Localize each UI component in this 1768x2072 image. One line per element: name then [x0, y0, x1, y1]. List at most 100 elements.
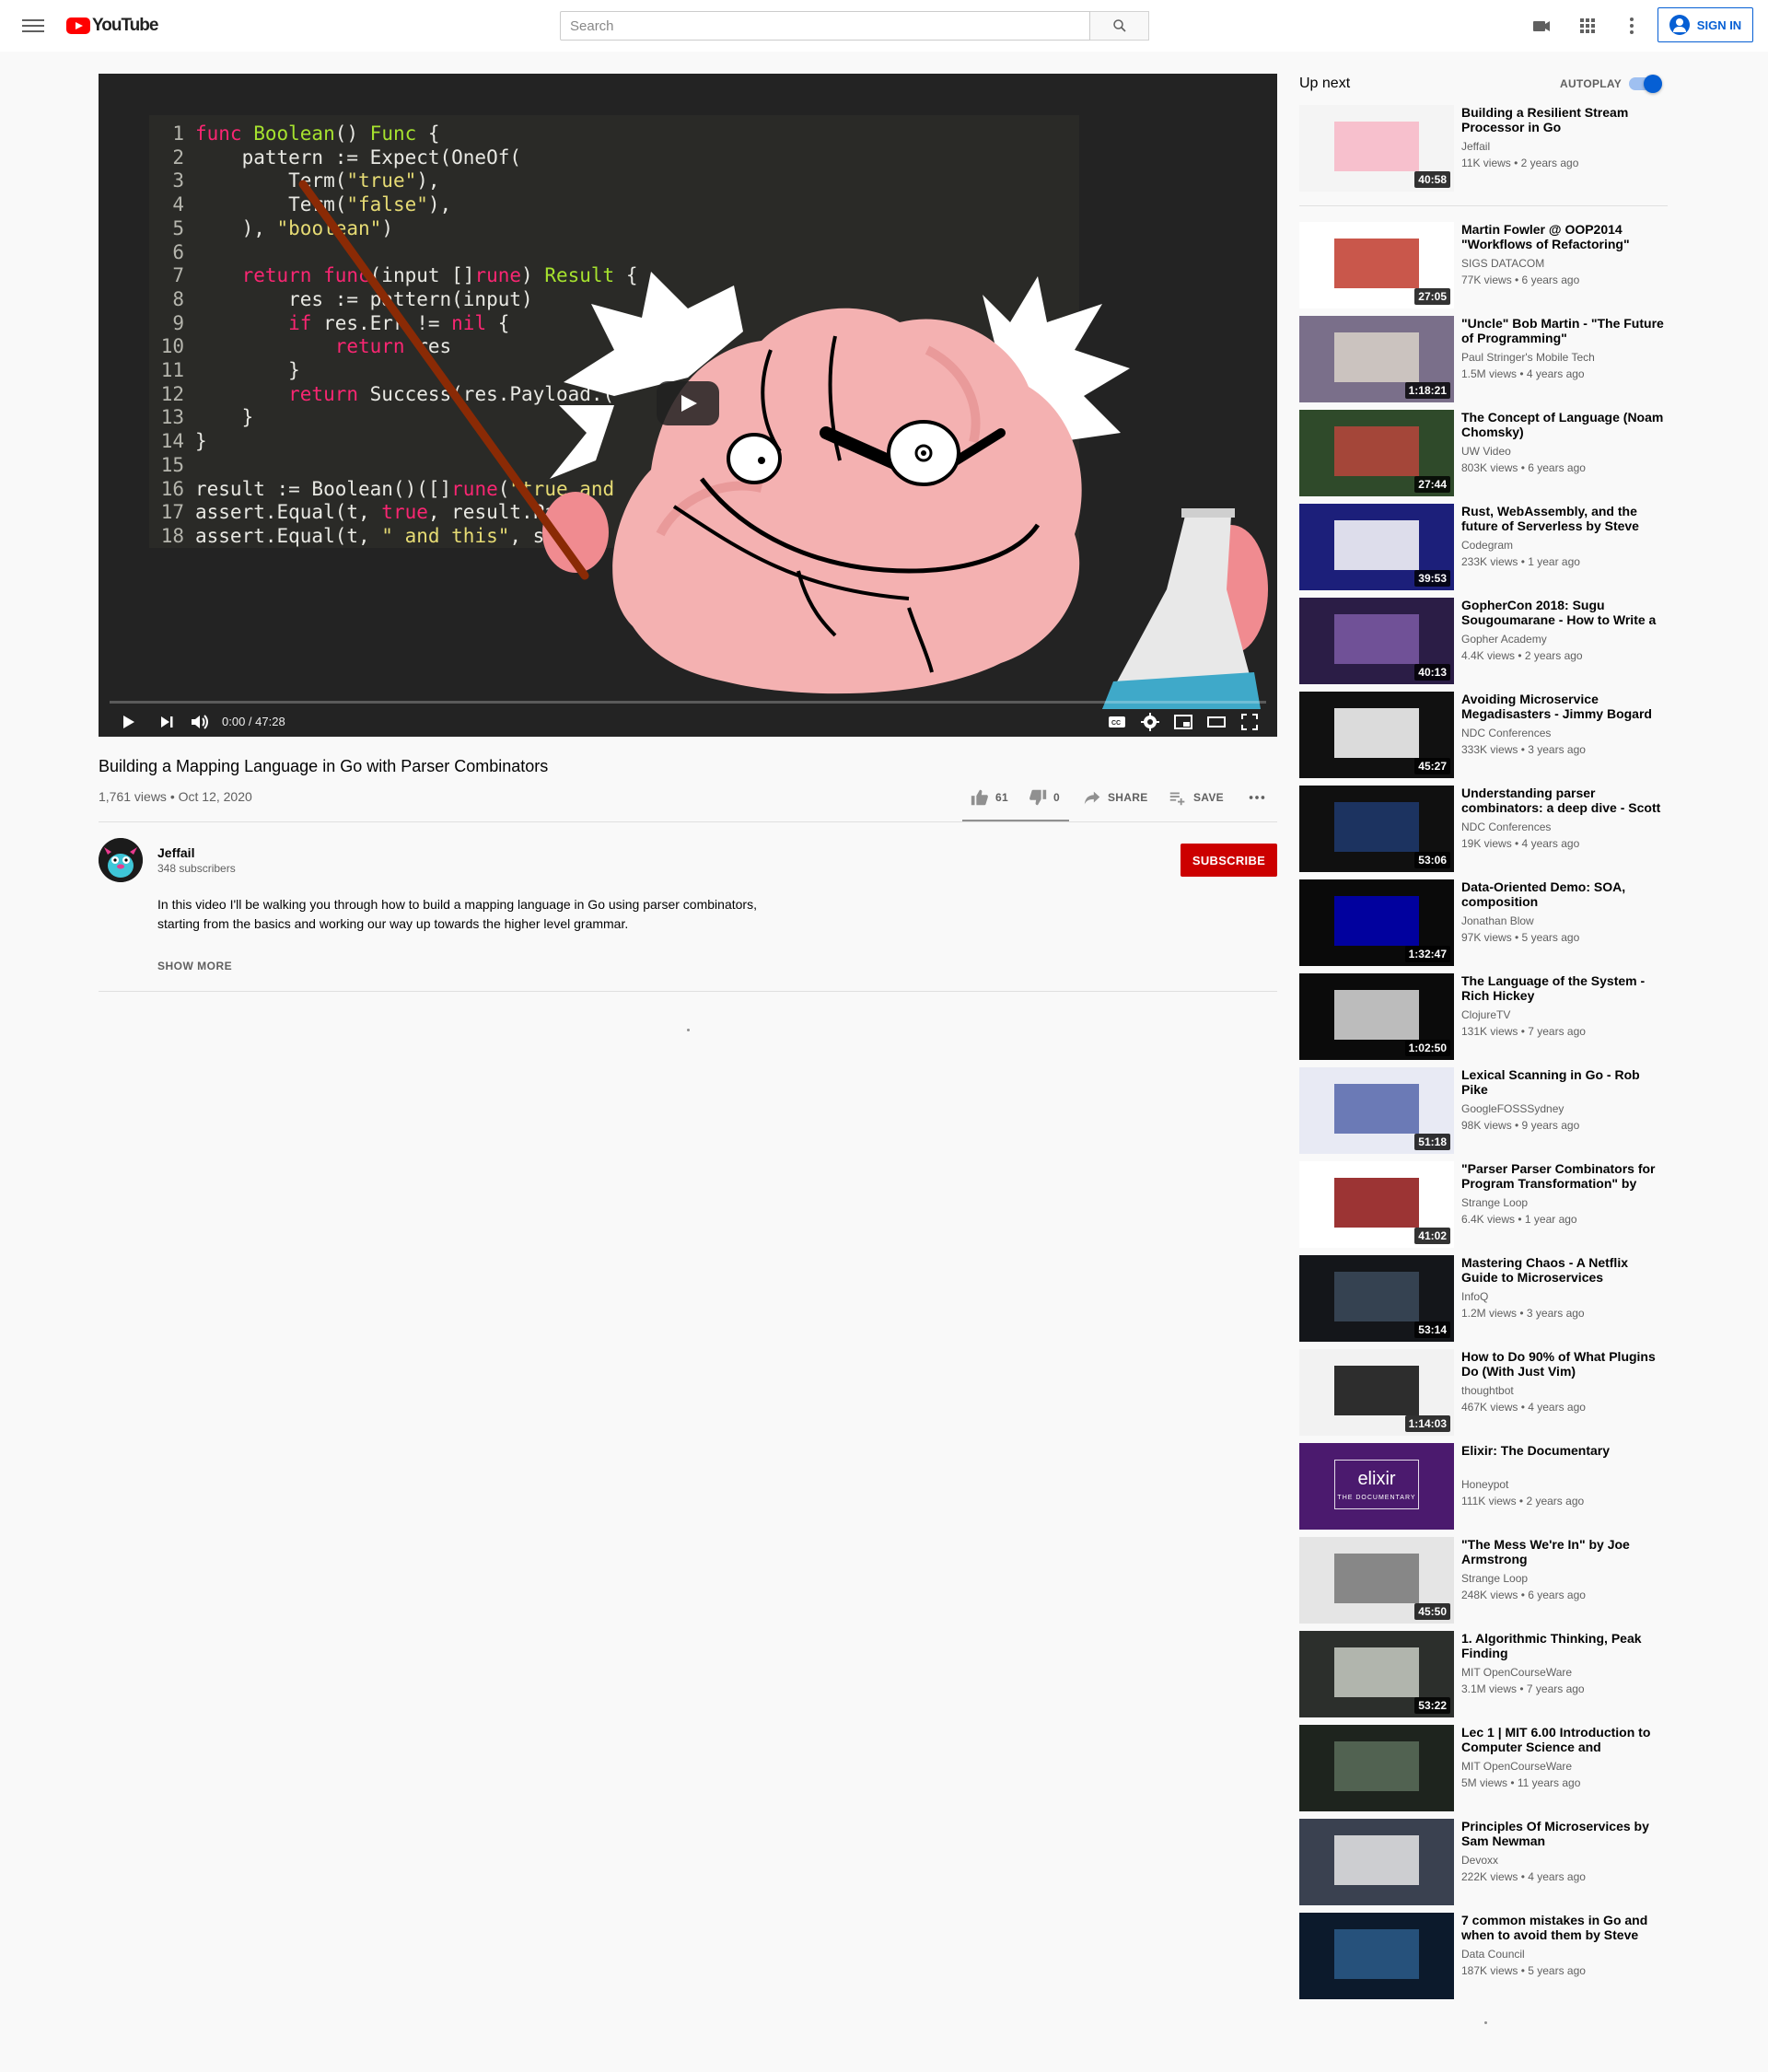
recommendation-item[interactable]: 53:14 Mastering Chaos - A Netflix Guide t… — [1299, 1255, 1668, 1342]
video-thumbnail[interactable] — [1299, 1913, 1454, 1999]
progress-bar[interactable] — [110, 701, 1266, 704]
video-thumbnail[interactable]: 27:05 — [1299, 222, 1454, 308]
recommendation-title[interactable]: "Uncle" Bob Martin - "The Future of Prog… — [1461, 316, 1668, 345]
fullscreen-button[interactable] — [1239, 711, 1261, 733]
recommendation-item[interactable]: 1:02:50 The Language of the System - Rich… — [1299, 973, 1668, 1060]
settings-kebab-icon[interactable] — [1621, 15, 1643, 37]
duration-badge: 39:53 — [1414, 570, 1450, 587]
recommendation-item[interactable]: 53:06 Understanding parser combinators: a… — [1299, 786, 1668, 872]
video-thumbnail[interactable]: elixir THE DOCUMENTARY — [1299, 1443, 1454, 1530]
save-button[interactable]: SAVE — [1168, 785, 1224, 810]
autoplay-toggle[interactable] — [1629, 75, 1662, 93]
video-thumbnail[interactable] — [1299, 1725, 1454, 1811]
recommendation-title[interactable]: Lexical Scanning in Go - Rob Pike — [1461, 1067, 1668, 1097]
recommendation-item[interactable]: 40:13 GopherCon 2018: Sugu Sougoumarane -… — [1299, 598, 1668, 684]
show-more-button[interactable]: SHOW MORE — [157, 960, 232, 972]
share-button[interactable]: SHARE — [1082, 785, 1148, 810]
recommendation-title[interactable]: GopherCon 2018: Sugu Sougoumarane - How … — [1461, 598, 1668, 627]
recommendation-item[interactable]: 40:58 Building a Resilient Stream Process… — [1299, 105, 1668, 192]
video-thumbnail[interactable]: 1:02:50 — [1299, 973, 1454, 1060]
recommendation-title[interactable]: The Language of the System - Rich Hickey — [1461, 973, 1668, 1003]
recommendation-item[interactable]: Lec 1 | MIT 6.00 Introduction to Compute… — [1299, 1725, 1668, 1811]
mute-button[interactable] — [189, 711, 211, 733]
recommendation-item[interactable]: 45:27 Avoiding Microservice Megadisasters… — [1299, 692, 1668, 778]
video-thumbnail[interactable]: 45:27 — [1299, 692, 1454, 778]
video-thumbnail[interactable]: 53:14 — [1299, 1255, 1454, 1342]
recommendation-title[interactable]: How to Do 90% of What Plugins Do (With J… — [1461, 1349, 1668, 1379]
duration-badge: 41:02 — [1414, 1228, 1450, 1244]
recommendation-title[interactable]: Martin Fowler @ OOP2014 "Workflows of Re… — [1461, 222, 1668, 251]
recommendation-title[interactable]: Mastering Chaos - A Netflix Guide to Mic… — [1461, 1255, 1668, 1285]
recommendation-title[interactable]: Avoiding Microservice Megadisasters - Ji… — [1461, 692, 1668, 721]
video-thumbnail[interactable]: 27:44 — [1299, 410, 1454, 496]
like-button[interactable]: 61 — [970, 785, 1008, 810]
recommendation-item[interactable]: 1:18:21 "Uncle" Bob Martin - "The Future … — [1299, 316, 1668, 402]
recommendation-meta: 131K views • 7 years ago — [1461, 1025, 1586, 1038]
recommendation-title[interactable]: Principles Of Microservices by Sam Newma… — [1461, 1819, 1668, 1848]
recommendation-item[interactable]: 27:44 The Concept of Language (Noam Choms… — [1299, 410, 1668, 496]
youtube-logo[interactable]: YouTube — [66, 15, 158, 37]
recommendation-item[interactable]: 45:50 "The Mess We're In" by Joe Armstron… — [1299, 1537, 1668, 1624]
sign-in-button[interactable]: SIGN IN — [1658, 7, 1753, 42]
channel-name[interactable]: Jeffail — [157, 845, 194, 860]
recommendation-title[interactable]: Data-Oriented Demo: SOA, composition — [1461, 879, 1668, 909]
create-video-icon[interactable] — [1530, 15, 1553, 37]
recommendation-channel: Strange Loop — [1461, 1196, 1529, 1209]
video-thumbnail[interactable]: 1:14:03 — [1299, 1349, 1454, 1436]
video-thumbnail[interactable]: 45:50 — [1299, 1537, 1454, 1624]
theater-mode-button[interactable] — [1205, 711, 1227, 733]
recommendation-item[interactable]: 53:22 1. Algorithmic Thinking, Peak Findi… — [1299, 1631, 1668, 1717]
settings-button[interactable] — [1139, 711, 1161, 733]
video-player[interactable]: 1 func Boolean() Func {2 pattern := Expec… — [99, 74, 1277, 737]
recommendation-title[interactable]: Rust, WebAssembly, and the future of Ser… — [1461, 504, 1668, 533]
recommendation-item[interactable]: 1:32:47 Data-Oriented Demo: SOA, composit… — [1299, 879, 1668, 966]
recommendation-item[interactable]: 27:05 Martin Fowler @ OOP2014 "Workflows … — [1299, 222, 1668, 308]
recommendation-title[interactable]: 1. Algorithmic Thinking, Peak Finding — [1461, 1631, 1668, 1660]
recommendation-title[interactable]: The Concept of Language (Noam Chomsky) — [1461, 410, 1668, 439]
search-button[interactable] — [1090, 11, 1149, 41]
recommendation-item[interactable]: 39:53 Rust, WebAssembly, and the future o… — [1299, 504, 1668, 590]
play-icon — [123, 716, 134, 728]
recommendation-item[interactable]: Principles Of Microservices by Sam Newma… — [1299, 1819, 1668, 1905]
recommendation-item[interactable]: 1:14:03 How to Do 90% of What Plugins Do … — [1299, 1349, 1668, 1436]
description-divider — [99, 991, 1277, 992]
video-thumbnail[interactable]: 1:32:47 — [1299, 879, 1454, 966]
recommendation-title[interactable]: "The Mess We're In" by Joe Armstrong — [1461, 1537, 1668, 1566]
dislike-count: 0 — [1053, 791, 1060, 804]
video-thumbnail[interactable]: 51:18 — [1299, 1067, 1454, 1154]
search-input[interactable]: Search — [560, 11, 1090, 41]
video-thumbnail[interactable]: 41:02 — [1299, 1161, 1454, 1248]
channel-avatar[interactable] — [99, 838, 143, 882]
recommendation-item[interactable]: elixir THE DOCUMENTARY Elixir: The Documen… — [1299, 1443, 1668, 1530]
recommendation-title[interactable]: Understanding parser combinators: a deep… — [1461, 786, 1668, 815]
next-button[interactable] — [156, 711, 178, 733]
miniplayer-icon — [1174, 715, 1192, 729]
menu-icon[interactable] — [22, 16, 44, 36]
miniplayer-button[interactable] — [1172, 711, 1194, 733]
recommendation-item[interactable]: 7 common mistakes in Go and when to avoi… — [1299, 1913, 1668, 1999]
subscribe-button[interactable]: SUBSCRIBE — [1181, 844, 1277, 877]
recommendation-item[interactable]: 51:18 Lexical Scanning in Go - Rob Pike Go… — [1299, 1067, 1668, 1154]
apps-grid-icon[interactable] — [1576, 15, 1599, 37]
video-thumbnail[interactable]: 40:58 — [1299, 105, 1454, 192]
recommendation-title[interactable]: Building a Resilient Stream Processor in… — [1461, 105, 1668, 134]
large-play-button[interactable] — [657, 381, 719, 425]
thumbnail-graphic — [1334, 122, 1419, 171]
recommendation-title[interactable]: Lec 1 | MIT 6.00 Introduction to Compute… — [1461, 1725, 1668, 1754]
duration-badge: 1:32:47 — [1404, 946, 1450, 962]
video-thumbnail[interactable]: 53:06 — [1299, 786, 1454, 872]
dislike-button[interactable]: 0 — [1028, 785, 1060, 810]
captions-button[interactable]: CC — [1106, 711, 1128, 733]
recommendation-item[interactable]: 41:02 "Parser Parser Combinators for Prog… — [1299, 1161, 1668, 1248]
video-thumbnail[interactable]: 1:18:21 — [1299, 316, 1454, 402]
video-thumbnail[interactable] — [1299, 1819, 1454, 1905]
more-actions-button[interactable] — [1247, 785, 1267, 810]
thumbnail-text: elixir — [1357, 1469, 1396, 1489]
play-button[interactable] — [117, 711, 139, 733]
recommendation-title[interactable]: 7 common mistakes in Go and when to avoi… — [1461, 1913, 1668, 1942]
recommendation-title[interactable]: "Parser Parser Combinators for Program T… — [1461, 1161, 1668, 1191]
recommendation-title[interactable]: Elixir: The Documentary — [1461, 1443, 1668, 1458]
video-thumbnail[interactable]: 53:22 — [1299, 1631, 1454, 1717]
video-thumbnail[interactable]: 40:13 — [1299, 598, 1454, 684]
video-thumbnail[interactable]: 39:53 — [1299, 504, 1454, 590]
